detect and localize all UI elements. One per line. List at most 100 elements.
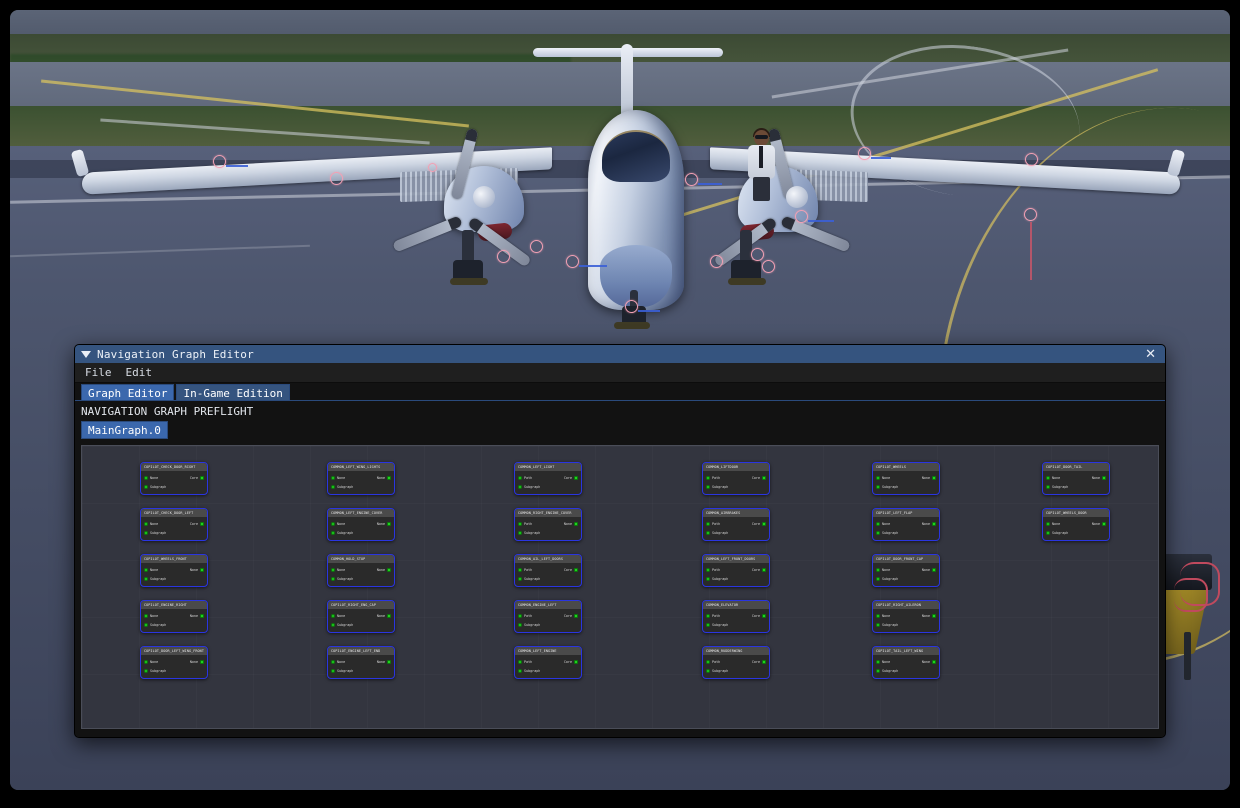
input-port-icon[interactable] (144, 613, 148, 618)
subgraph-port-icon[interactable] (706, 668, 710, 673)
graph-node[interactable]: COMMON_LEFT_WING_LIGHTS None None Subgraph (327, 462, 395, 495)
graph-node[interactable]: COPILOT_WHEELS None None Subgraph (872, 462, 940, 495)
graph-node[interactable]: COPILOT_TAIL_LEFT_WING None None Subgraph (872, 646, 940, 679)
menu-item-file[interactable]: File (85, 366, 112, 379)
graph-node[interactable]: COPILOT_DOOR_TAIL None None Subgraph (1042, 462, 1110, 495)
output-port-icon[interactable] (387, 613, 391, 618)
output-port-icon[interactable] (574, 613, 578, 618)
input-port-icon[interactable] (706, 521, 710, 526)
subgraph-port-icon[interactable] (1046, 484, 1050, 489)
subgraph-port-icon[interactable] (876, 530, 880, 535)
subgraph-port-icon[interactable] (144, 622, 148, 627)
input-port-icon[interactable] (144, 521, 148, 526)
input-port-icon[interactable] (331, 659, 335, 664)
subgraph-port-icon[interactable] (144, 576, 148, 581)
output-port-icon[interactable] (387, 659, 391, 664)
graph-node[interactable]: COMMON_ELEVATOR Path Core Subgraph (702, 600, 770, 633)
graph-node[interactable]: COMMON_AIRBRAKES Path Core Subgraph (702, 508, 770, 541)
output-port-icon[interactable] (762, 475, 766, 480)
input-port-icon[interactable] (144, 659, 148, 664)
subgraph-port-icon[interactable] (144, 530, 148, 535)
subgraph-port-icon[interactable] (706, 622, 710, 627)
output-port-icon[interactable] (932, 659, 936, 664)
input-port-icon[interactable] (518, 613, 522, 618)
input-port-icon[interactable] (331, 613, 335, 618)
subgraph-port-icon[interactable] (518, 530, 522, 535)
subgraph-port-icon[interactable] (876, 622, 880, 627)
graph-node[interactable]: COMMON_RIGHT_ENGINE_COVER Path None Subgrap… (514, 508, 582, 541)
input-port-icon[interactable] (876, 475, 880, 480)
graph-canvas[interactable]: COPILOT_CHECK_DOOR_RIGHT None Core Subgraph… (81, 445, 1159, 729)
tab-in-game-edition[interactable]: In-Game Edition (176, 384, 290, 400)
graph-node[interactable]: COMMON_LEFT_ENGINE Path Core Subgraph (514, 646, 582, 679)
output-port-icon[interactable] (574, 521, 578, 526)
subgraph-port-icon[interactable] (876, 484, 880, 489)
output-port-icon[interactable] (932, 521, 936, 526)
graph-node[interactable]: COMMON_HOLD_STOP None None Subgraph (327, 554, 395, 587)
input-port-icon[interactable] (706, 567, 710, 572)
menu-item-edit[interactable]: Edit (126, 366, 153, 379)
graph-node[interactable]: COPILOT_WHEELS_DOOR None None Subgraph (1042, 508, 1110, 541)
subgraph-port-icon[interactable] (144, 484, 148, 489)
subgraph-port-icon[interactable] (331, 530, 335, 535)
graph-node[interactable]: COPILOT_RIGHT_ENG_CAP None None Subgraph (327, 600, 395, 633)
graph-node[interactable]: COPILOT_ENGINE_LEFT_END None None Subgraph (327, 646, 395, 679)
output-port-icon[interactable] (932, 475, 936, 480)
output-port-icon[interactable] (200, 659, 204, 664)
input-port-icon[interactable] (876, 521, 880, 526)
subgraph-port-icon[interactable] (518, 576, 522, 581)
tab-graph-editor[interactable]: Graph Editor (81, 384, 175, 400)
graph-node[interactable]: COMMON_ENGINE_LEFT Path Core Subgraph (514, 600, 582, 633)
input-port-icon[interactable] (706, 659, 710, 664)
input-port-icon[interactable] (518, 521, 522, 526)
graph-node[interactable]: COPILOT_RIGHT_AILERON None None Subgraph (872, 600, 940, 633)
input-port-icon[interactable] (876, 659, 880, 664)
output-port-icon[interactable] (574, 567, 578, 572)
graph-node[interactable]: COMMON_LEFT_ENGINE_COVER None None Subgraph (327, 508, 395, 541)
input-port-icon[interactable] (876, 613, 880, 618)
output-port-icon[interactable] (200, 475, 204, 480)
input-port-icon[interactable] (518, 475, 522, 480)
subgraph-port-icon[interactable] (706, 530, 710, 535)
input-port-icon[interactable] (518, 659, 522, 664)
input-port-icon[interactable] (331, 521, 335, 526)
graph-node[interactable]: COMMON_LEFT_LIGHT Path Core Subgraph (514, 462, 582, 495)
input-port-icon[interactable] (1046, 521, 1050, 526)
input-port-icon[interactable] (518, 567, 522, 572)
graph-node[interactable]: COPILOT_CHECK_DOOR_RIGHT None Core Subgraph (140, 462, 208, 495)
window-titlebar[interactable]: Navigation Graph Editor ✕ (75, 345, 1165, 363)
graph-node[interactable]: COMMON_AIL_LEFT_DOORS Path Core Subgraph (514, 554, 582, 587)
output-port-icon[interactable] (387, 521, 391, 526)
subgraph-port-icon[interactable] (144, 668, 148, 673)
subgraph-port-icon[interactable] (706, 576, 710, 581)
output-port-icon[interactable] (387, 475, 391, 480)
graph-tab-maingraph[interactable]: MainGraph.0 (81, 421, 168, 439)
subgraph-port-icon[interactable] (331, 622, 335, 627)
graph-node[interactable]: COMMON_LIFTDOOR Path Core Subgraph (702, 462, 770, 495)
graph-node[interactable]: COPILOT_DOOR_LEFT_WING_FRONT None None Subg… (140, 646, 208, 679)
output-port-icon[interactable] (574, 475, 578, 480)
output-port-icon[interactable] (200, 613, 204, 618)
output-port-icon[interactable] (200, 567, 204, 572)
subgraph-port-icon[interactable] (706, 484, 710, 489)
subgraph-port-icon[interactable] (518, 668, 522, 673)
close-icon[interactable]: ✕ (1140, 348, 1161, 361)
output-port-icon[interactable] (762, 521, 766, 526)
input-port-icon[interactable] (876, 567, 880, 572)
graph-node[interactable]: COMMON_LEFT_FRONT_DOORS Path Core Subgraph (702, 554, 770, 587)
output-port-icon[interactable] (200, 521, 204, 526)
graph-node[interactable]: COPILOT_WHEELS_FRONT None None Subgraph (140, 554, 208, 587)
graph-node[interactable]: COPILOT_CHECK_DOOR_LEFT None Core Subgraph (140, 508, 208, 541)
subgraph-port-icon[interactable] (331, 576, 335, 581)
output-port-icon[interactable] (762, 659, 766, 664)
input-port-icon[interactable] (144, 475, 148, 480)
graph-node[interactable]: COPILOT_LEFT_FLAP None None Subgraph (872, 508, 940, 541)
output-port-icon[interactable] (932, 567, 936, 572)
input-port-icon[interactable] (706, 613, 710, 618)
graph-node[interactable]: COMMON_RUDDERWING Path Core Subgraph (702, 646, 770, 679)
output-port-icon[interactable] (762, 613, 766, 618)
subgraph-port-icon[interactable] (1046, 530, 1050, 535)
output-port-icon[interactable] (387, 567, 391, 572)
subgraph-port-icon[interactable] (518, 622, 522, 627)
subgraph-port-icon[interactable] (331, 668, 335, 673)
